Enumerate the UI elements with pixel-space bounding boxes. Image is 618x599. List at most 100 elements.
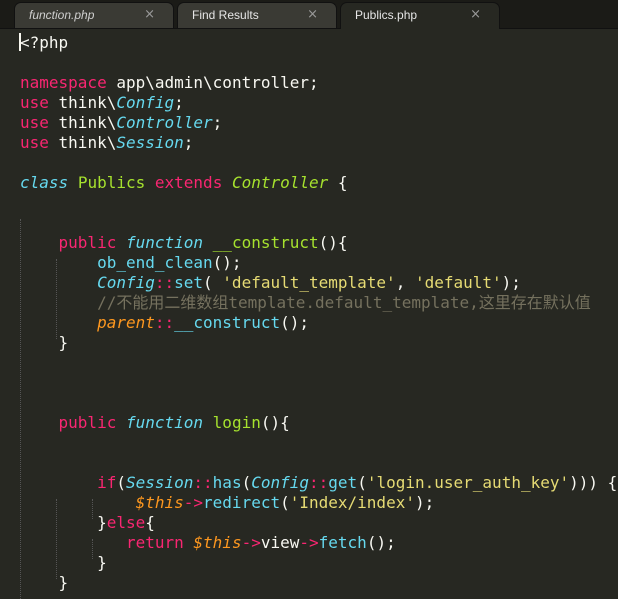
code-line: Config::set( 'default_template', 'defaul… xyxy=(20,273,521,293)
tab-label: Find Results xyxy=(192,8,259,22)
code-token: //不能用二维数组template.default_template,这里存在默… xyxy=(97,293,591,312)
code-token: set xyxy=(174,273,204,292)
code-line: } xyxy=(20,333,69,353)
code-line: if(Session::has(Config::get('login.user_… xyxy=(20,473,617,493)
code-line: parent::__construct(); xyxy=(20,313,309,333)
code-token: else xyxy=(106,513,146,532)
code-token: login xyxy=(212,413,261,432)
code-token: } xyxy=(20,513,107,532)
code-line: return $this->view->fetch(); xyxy=(20,533,396,553)
code-token: Config xyxy=(97,273,155,292)
code-line: } xyxy=(20,553,107,573)
code-line: } xyxy=(20,573,69,593)
code-token: view xyxy=(260,533,300,552)
code-token: public xyxy=(58,233,117,252)
code-token: if xyxy=(97,473,117,492)
code-token: $this xyxy=(193,533,242,552)
text-cursor xyxy=(19,33,21,51)
code-token: ); xyxy=(414,493,435,512)
code-line: public function login(){ xyxy=(20,413,290,433)
code-token: { xyxy=(145,513,155,532)
close-icon[interactable]: × xyxy=(144,7,155,22)
code-token: $this xyxy=(135,493,184,512)
code-token: use xyxy=(20,93,49,112)
code-line: }else{ xyxy=(20,513,155,533)
tab-find-results[interactable]: Find Results × xyxy=(177,2,337,28)
code-token: function xyxy=(125,413,204,432)
code-token: } xyxy=(20,333,69,352)
code-token: Publics xyxy=(77,173,146,192)
code-token: :: xyxy=(154,273,175,292)
code-line: <?php xyxy=(20,33,68,53)
code-token: ( xyxy=(280,493,290,512)
code-line: $this->redirect('Index/index'); xyxy=(20,493,435,513)
code-token: think\ xyxy=(48,113,117,132)
code-token: <?php xyxy=(20,33,69,52)
code-token: 'default' xyxy=(414,273,502,292)
code-token: ))) { xyxy=(569,473,618,492)
code-token: ( xyxy=(203,273,223,292)
code-token: (){ xyxy=(260,413,290,432)
code-line: use think\Config; xyxy=(20,93,184,113)
tab-bar: function.php × Find Results × Publics.ph… xyxy=(0,0,618,29)
code-token: { xyxy=(328,173,348,192)
code-token: ; xyxy=(174,93,184,112)
code-token: redirect xyxy=(203,493,281,512)
code-token: } xyxy=(20,553,107,572)
code-token: (); xyxy=(280,313,309,332)
code-line: ob_end_clean(); xyxy=(20,253,242,273)
code-token: Session xyxy=(116,133,184,152)
code-token: ( xyxy=(241,473,252,492)
code-token: } xyxy=(20,573,69,592)
code-token: -> xyxy=(299,533,319,552)
code-token: :: xyxy=(193,473,213,492)
code-token: class xyxy=(20,173,69,192)
code-token: Config xyxy=(116,93,175,112)
code-line: namespace app\admin\controller; xyxy=(20,73,319,93)
code-line: public function __construct(){ xyxy=(20,233,348,253)
code-token: public xyxy=(58,413,117,432)
code-token: 'default_template' xyxy=(222,273,396,292)
code-token: ; xyxy=(183,133,194,152)
code-token: use xyxy=(20,133,49,152)
code-token: Config xyxy=(251,473,310,492)
code-token: ; xyxy=(212,113,223,132)
code-token: get xyxy=(328,473,358,492)
code-line: use think\Session; xyxy=(20,133,193,153)
code-token: (); xyxy=(212,253,242,272)
code-token: ( xyxy=(116,473,126,492)
code-token: return xyxy=(125,533,184,552)
code-token: 'Index/index' xyxy=(289,493,415,512)
code-token: namespace xyxy=(20,73,107,92)
code-token: :: xyxy=(309,473,329,492)
tab-publics-php[interactable]: Publics.php × xyxy=(340,2,500,29)
tab-label: function.php xyxy=(29,8,95,22)
close-icon[interactable]: × xyxy=(470,7,481,22)
tab-function-php[interactable]: function.php × xyxy=(14,2,174,28)
code-token: parent xyxy=(97,313,155,332)
code-editor[interactable]: <?php namespace app\admin\controller; use … xyxy=(0,29,618,599)
code-token: think\ xyxy=(48,133,117,152)
code-token: (); xyxy=(366,533,396,552)
code-token: ); xyxy=(501,273,521,292)
code-token: app\admin\controller xyxy=(116,73,309,92)
close-icon[interactable]: × xyxy=(307,7,318,22)
code-token: ; xyxy=(309,73,319,92)
code-token: -> xyxy=(241,533,261,552)
code-token: ob_end_clean xyxy=(97,253,213,272)
